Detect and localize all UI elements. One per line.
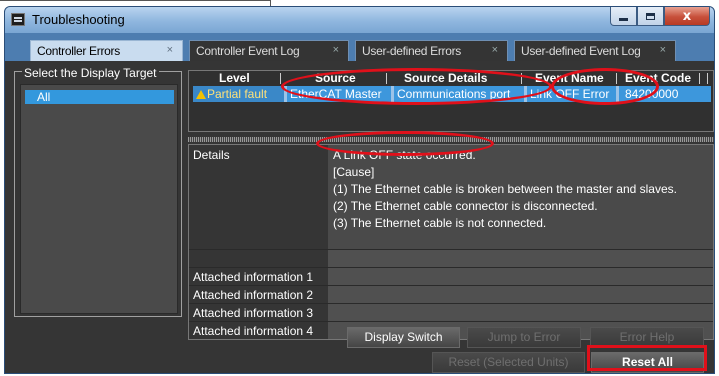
attached-info-value (328, 268, 713, 285)
display-target-list[interactable]: All (20, 84, 178, 314)
minimize-button[interactable] (610, 7, 637, 26)
divider (616, 73, 617, 84)
reset-all-button[interactable]: Reset All (591, 352, 704, 373)
list-item[interactable]: All (25, 90, 174, 104)
close-button[interactable]: x (664, 7, 710, 26)
attached-info-row: Attached information 1 (189, 267, 713, 285)
tab-close-icon[interactable]: × (167, 44, 173, 56)
error-table: Level Source Source Details Event Name E… (188, 70, 714, 132)
tab-content: Select the Display Target All Level Sour… (5, 61, 714, 373)
attached-info-label: Attached information 4 (193, 324, 314, 338)
tab-close-icon[interactable]: × (492, 44, 498, 56)
cell-event-name: Link OFF Error (527, 86, 616, 102)
minimize-icon (619, 17, 628, 21)
title-bar[interactable]: Troubleshooting x (5, 7, 714, 33)
level-text: Partial fault (207, 87, 268, 101)
divider (521, 73, 522, 84)
attached-info-row: Attached information 3 (189, 303, 713, 321)
details-line: (3) The Ethernet cable is not connected. (333, 216, 547, 230)
attached-info-row: Attached information 2 (189, 285, 713, 303)
close-icon: x (682, 8, 692, 24)
display-target-label: Select the Display Target (22, 66, 159, 80)
tab-bar: Controller Errors × Controller Event Log… (5, 33, 714, 62)
tab-controller-event-log[interactable]: Controller Event Log × (189, 40, 349, 61)
table-header: Level Source Source Details Event Name E… (189, 71, 713, 85)
tab-label: User-defined Event Log (521, 44, 641, 58)
maximize-button[interactable] (637, 7, 664, 26)
splitter[interactable] (188, 137, 714, 142)
display-switch-button[interactable]: Display Switch (347, 327, 460, 348)
divider (707, 73, 708, 84)
column-header-event-code[interactable]: Event Code (625, 71, 691, 85)
attached-info-value (328, 304, 713, 321)
tab-close-icon[interactable]: × (333, 44, 339, 56)
attached-info-label: Attached information 1 (193, 270, 314, 284)
details-line: (2) The Ethernet cable connector is disc… (333, 199, 598, 213)
tab-close-icon[interactable]: × (660, 44, 666, 56)
details-label: Details (193, 148, 230, 162)
jump-to-error-button[interactable]: Jump to Error (467, 327, 581, 348)
details-panel: Details A Link OFF state occurred. [Caus… (188, 144, 714, 340)
maximize-icon (646, 12, 655, 20)
column-header-level[interactable]: Level (219, 71, 250, 85)
divider (280, 73, 281, 84)
tab-controller-errors[interactable]: Controller Errors × (30, 40, 183, 62)
attached-info-value (328, 250, 713, 267)
column-header-source-details[interactable]: Source Details (404, 71, 487, 85)
troubleshooting-window: Troubleshooting x Controller Errors × Co… (4, 6, 715, 374)
error-help-button[interactable]: Error Help (590, 327, 704, 348)
window-controls: x (610, 7, 710, 27)
details-line: A Link OFF state occurred. (333, 148, 476, 162)
column-header-source[interactable]: Source (315, 71, 356, 85)
tab-label: User-defined Errors (362, 44, 462, 58)
cell-source: EtherCAT Master (287, 86, 391, 102)
tab-label: Controller Errors (37, 44, 120, 58)
divider (699, 73, 700, 84)
tab-user-defined-event-log[interactable]: User-defined Event Log × (514, 40, 676, 61)
cell-source-details: Communications port (394, 86, 524, 102)
tab-user-defined-errors[interactable]: User-defined Errors × (355, 40, 508, 61)
cell-event-code: 84200000 (619, 86, 711, 102)
column-header-event-name[interactable]: Event Name (535, 71, 604, 85)
divider (386, 73, 387, 84)
attached-info-row (189, 249, 713, 267)
tab-label: Controller Event Log (196, 44, 300, 58)
details-text: A Link OFF state occurred. [Cause] (1) T… (328, 145, 713, 249)
divider (0, 0, 270, 1)
details-line: [Cause] (333, 165, 375, 179)
details-line: (1) The Ethernet cable is broken between… (333, 182, 677, 196)
warning-icon (196, 90, 206, 99)
cell-level: Partial fault (193, 86, 284, 102)
reset-selected-units-button[interactable]: Reset (Selected Units) (432, 352, 585, 373)
window-title: Troubleshooting (32, 12, 125, 27)
attached-info-value (328, 286, 713, 303)
table-row[interactable]: Partial fault EtherCAT Master Communicat… (193, 86, 711, 102)
attached-info-label: Attached information 2 (193, 288, 314, 302)
app-icon (11, 13, 25, 26)
attached-info-label: Attached information 3 (193, 306, 314, 320)
